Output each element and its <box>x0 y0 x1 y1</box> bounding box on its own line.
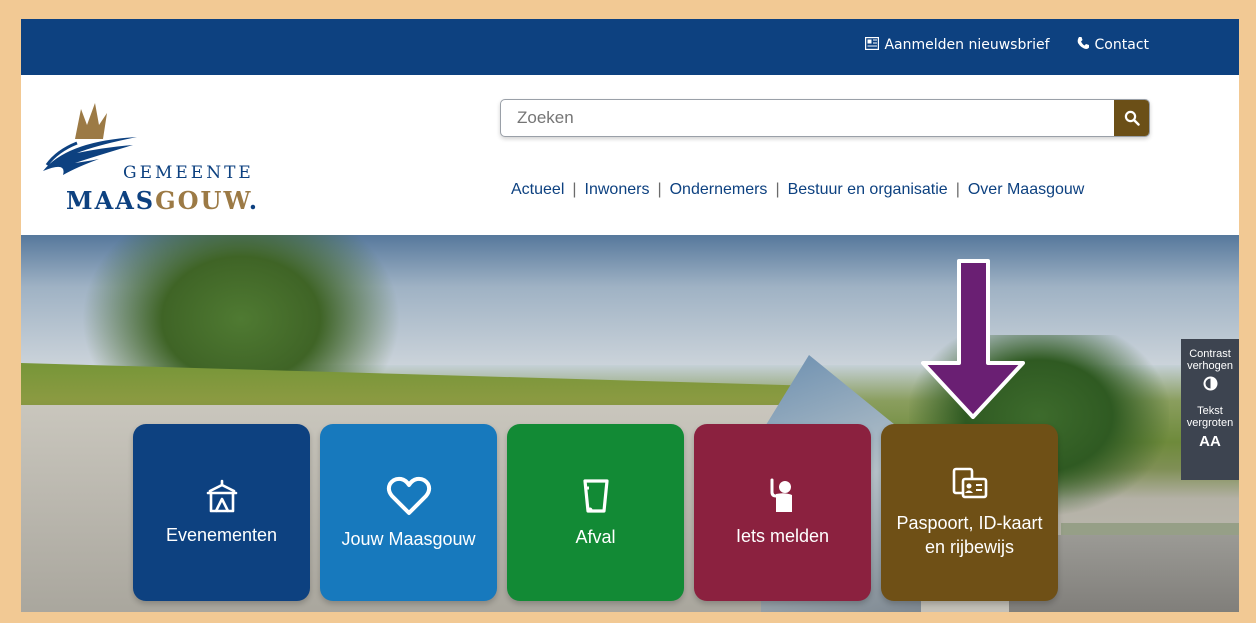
tent-icon <box>206 479 237 512</box>
tile-label: Iets melden <box>735 525 830 546</box>
nav-item-actueel[interactable]: Actueel <box>511 181 564 199</box>
logo-line-gemeente: GEMEENTE <box>123 163 254 183</box>
nav-separator: | <box>955 181 960 198</box>
contact-link[interactable]: Contact <box>1076 36 1149 54</box>
id-card-icon <box>952 467 987 498</box>
tile-label: Paspoort, ID-kaart en rijbewijs <box>896 512 1043 557</box>
main-navigation: Actueel | Inwoners | Ondernemers | Bestu… <box>511 181 1084 199</box>
text-size-icon: AA <box>1199 433 1221 450</box>
contrast-toggle[interactable]: Contrast verhogen <box>1181 339 1239 395</box>
search-box <box>500 99 1150 137</box>
search-button[interactable] <box>1114 100 1149 136</box>
contrast-icon <box>1181 376 1239 395</box>
browser-frame: Aanmelden nieuwsbrief Contact GEMEENTE M… <box>21 19 1239 612</box>
nav-item-over-maasgouw[interactable]: Over Maasgouw <box>968 181 1085 199</box>
tile-label: Jouw Maasgouw <box>341 528 476 549</box>
tile-label: Evenementen <box>165 524 278 545</box>
site-logo[interactable]: GEMEENTE MAASGOUW. <box>37 101 267 216</box>
logo-line-maasgouw: MAASGOUW. <box>66 186 259 215</box>
heart-icon <box>386 476 431 515</box>
phone-icon <box>1076 36 1090 54</box>
logo-dot: . <box>248 186 260 215</box>
text-size-toggle[interactable]: Tekst vergroten AA <box>1181 395 1239 450</box>
quick-tiles: Evenementen Jouw Maasgouw Afval Iets mel… <box>133 424 1058 601</box>
logo-gouw: GOUW <box>155 186 249 215</box>
trash-bin-icon <box>582 478 609 513</box>
nav-item-ondernemers[interactable]: Ondernemers <box>670 181 768 199</box>
text-size-label: Tekst vergroten <box>1186 405 1234 429</box>
search-input[interactable] <box>501 100 1113 136</box>
person-report-icon <box>770 478 792 512</box>
newsletter-label: Aanmelden nieuwsbrief <box>884 37 1050 53</box>
tile-iets-melden[interactable]: Iets melden <box>694 424 871 601</box>
tile-paspoort-id[interactable]: Paspoort, ID-kaart en rijbewijs <box>881 424 1058 601</box>
logo-maas: MAAS <box>66 186 156 215</box>
nav-separator: | <box>657 181 662 198</box>
accessibility-panel: Contrast verhogen Tekst vergroten AA <box>1181 339 1239 480</box>
nav-separator: | <box>572 181 577 198</box>
contrast-label: Contrast verhogen <box>1187 348 1233 372</box>
tile-afval[interactable]: Afval <box>507 424 684 601</box>
nav-separator: | <box>775 181 780 198</box>
nav-item-bestuur[interactable]: Bestuur en organisatie <box>788 181 948 199</box>
newsletter-link[interactable]: Aanmelden nieuwsbrief <box>865 36 1050 54</box>
nav-item-inwoners[interactable]: Inwoners <box>585 181 650 199</box>
top-bar: Aanmelden nieuwsbrief Contact <box>21 19 1239 75</box>
search-icon <box>1124 110 1140 126</box>
tile-label: Afval <box>575 526 616 547</box>
newspaper-icon <box>865 36 880 54</box>
tile-jouw-maasgouw[interactable]: Jouw Maasgouw <box>320 424 497 601</box>
annotation-arrow <box>911 259 1036 419</box>
tile-evenementen[interactable]: Evenementen <box>133 424 310 601</box>
contact-label: Contact <box>1094 37 1149 53</box>
